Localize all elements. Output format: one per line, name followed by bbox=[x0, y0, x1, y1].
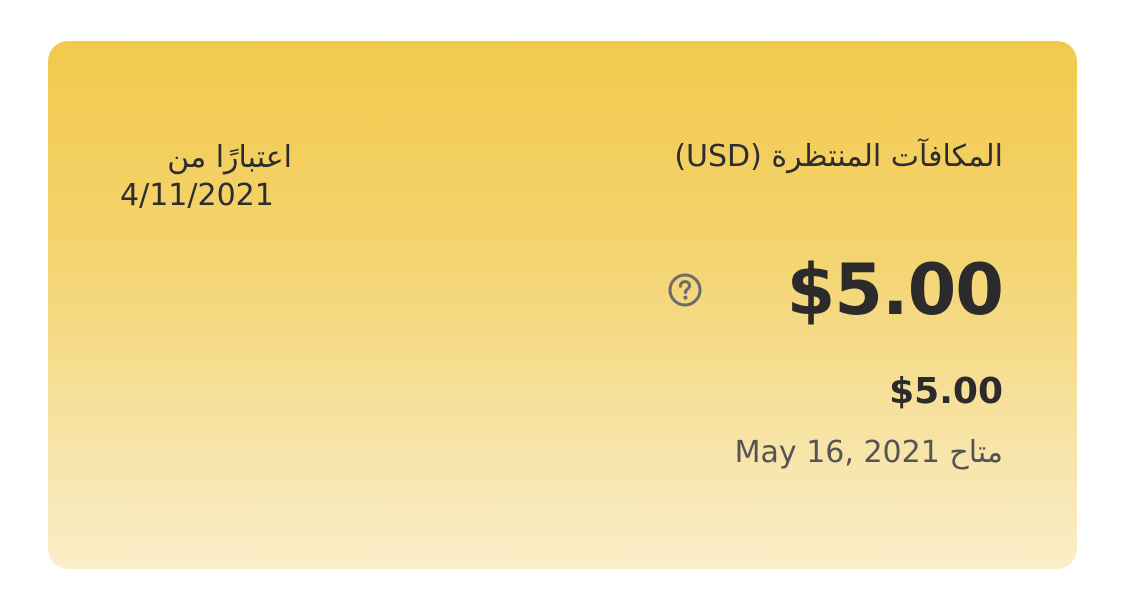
available-line: متاح May 16, 2021 bbox=[735, 435, 1003, 470]
card-title: المكافآت المنتظرة (USD) bbox=[674, 139, 1003, 174]
available-date: May 16, 2021 bbox=[734, 435, 940, 470]
pending-rewards-card: المكافآت المنتظرة (USD) اعتبارًا من 4/11… bbox=[48, 41, 1077, 569]
pending-amount-large: $5.00 bbox=[786, 249, 1004, 331]
as-of-date: 4/11/2021 bbox=[120, 178, 274, 213]
available-amount: $5.00 bbox=[889, 371, 1003, 412]
question-circle-icon[interactable] bbox=[667, 272, 703, 308]
available-label: متاح bbox=[949, 435, 1003, 470]
as-of-block: اعتبارًا من 4/11/2021 bbox=[120, 139, 292, 215]
as-of-label: اعتبارًا من bbox=[167, 140, 292, 175]
amount-row: $5.00 bbox=[667, 249, 1004, 331]
